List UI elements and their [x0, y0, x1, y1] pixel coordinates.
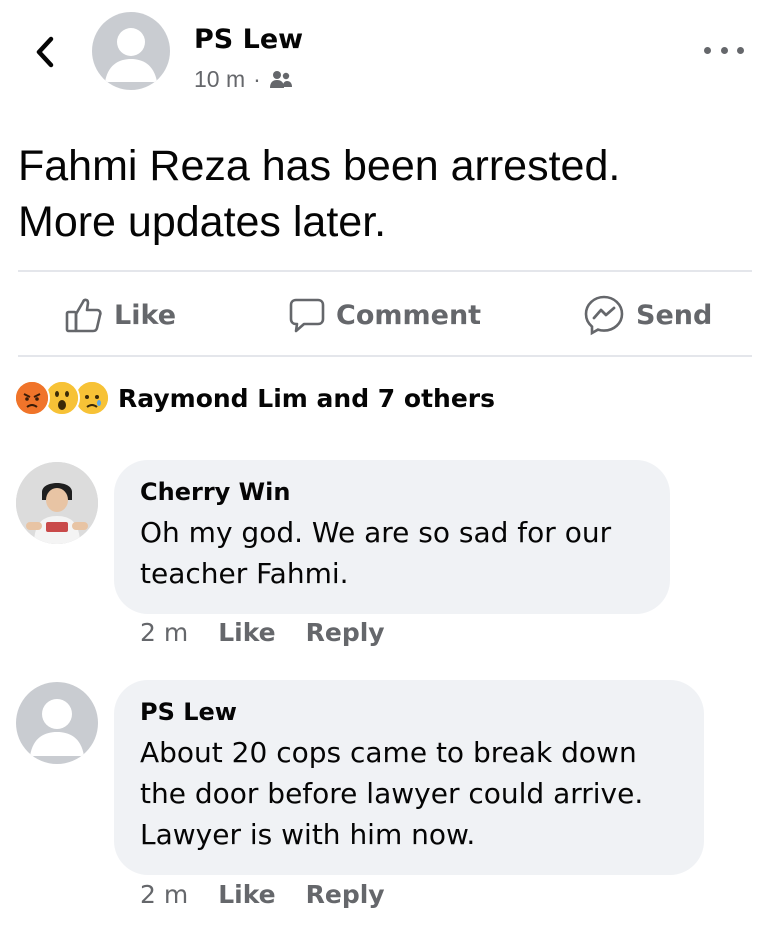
angry-reaction-icon: [14, 380, 50, 416]
comment-meta: 2 m Like Reply: [140, 618, 385, 647]
comment-timestamp[interactable]: 2 m: [140, 618, 188, 647]
like-label: Like: [114, 299, 177, 331]
comment-reply-button[interactable]: Reply: [306, 880, 385, 909]
comment-button[interactable]: Comment: [288, 292, 481, 338]
post-text-line: More updates later.: [18, 198, 387, 246]
author-avatar[interactable]: [92, 12, 170, 90]
comment-timestamp[interactable]: 2 m: [140, 880, 188, 909]
more-dot-icon: [720, 46, 728, 54]
comment-text-line: Lawyer is with him now.: [140, 818, 476, 851]
default-avatar-icon: [30, 699, 84, 756]
more-dot-icon: [737, 46, 744, 54]
back-button[interactable]: [28, 30, 62, 74]
more-options-button[interactable]: [704, 40, 744, 60]
default-avatar-icon: [105, 28, 157, 82]
commenter-avatar[interactable]: [16, 462, 98, 544]
more-dot-icon: [704, 46, 711, 54]
comment-meta: 2 m Like Reply: [140, 880, 385, 909]
comment-text-line: teacher Fahmi.: [140, 557, 349, 590]
reactions-label: Raymond Lim and 7 others: [118, 383, 495, 413]
post-text-line: Fahmi Reza has been arrested.: [18, 142, 621, 190]
post-timestamp[interactable]: 10 m: [194, 66, 245, 93]
comment-text-line: Oh my god. We are so sad for our: [140, 516, 612, 549]
post-text: Fahmi Reza has been arrested. More updat…: [18, 138, 748, 250]
chevron-left-icon: [36, 36, 54, 68]
post-author-name[interactable]: PS Lew: [194, 24, 303, 55]
comment-text-line: About 20 cops came to break down: [140, 736, 637, 769]
thumbs-up-icon: [65, 298, 102, 333]
reactions-summary[interactable]: Raymond Lim and 7 others: [14, 380, 495, 416]
send-label: Send: [636, 299, 713, 331]
comment-label: Comment: [336, 299, 482, 331]
comment-like-button[interactable]: Like: [218, 880, 275, 909]
comment-bubble[interactable]: PS Lew About 20 cops came to break down …: [114, 680, 704, 875]
comment-reply-button[interactable]: Reply: [306, 618, 385, 647]
commenter-avatar[interactable]: [16, 682, 98, 764]
profile-photo-icon: [16, 462, 98, 544]
post-meta: 10 m ·: [194, 66, 293, 93]
comment-author-name[interactable]: PS Lew: [140, 698, 678, 726]
like-button[interactable]: Like: [64, 292, 176, 338]
friends-audience-icon: [269, 70, 292, 88]
comment-author-name[interactable]: Cherry Win: [140, 478, 644, 506]
meta-separator: ·: [253, 66, 261, 92]
divider: [18, 270, 752, 272]
divider: [18, 355, 752, 357]
send-button[interactable]: Send: [582, 292, 712, 338]
messenger-icon: [584, 295, 624, 336]
comment-bubble[interactable]: Cherry Win Oh my god. We are so sad for …: [114, 460, 670, 614]
comment-like-button[interactable]: Like: [218, 618, 275, 647]
comment-bubble-icon: [289, 298, 325, 333]
comment-text-line: the door before lawyer could arrive.: [140, 777, 644, 810]
